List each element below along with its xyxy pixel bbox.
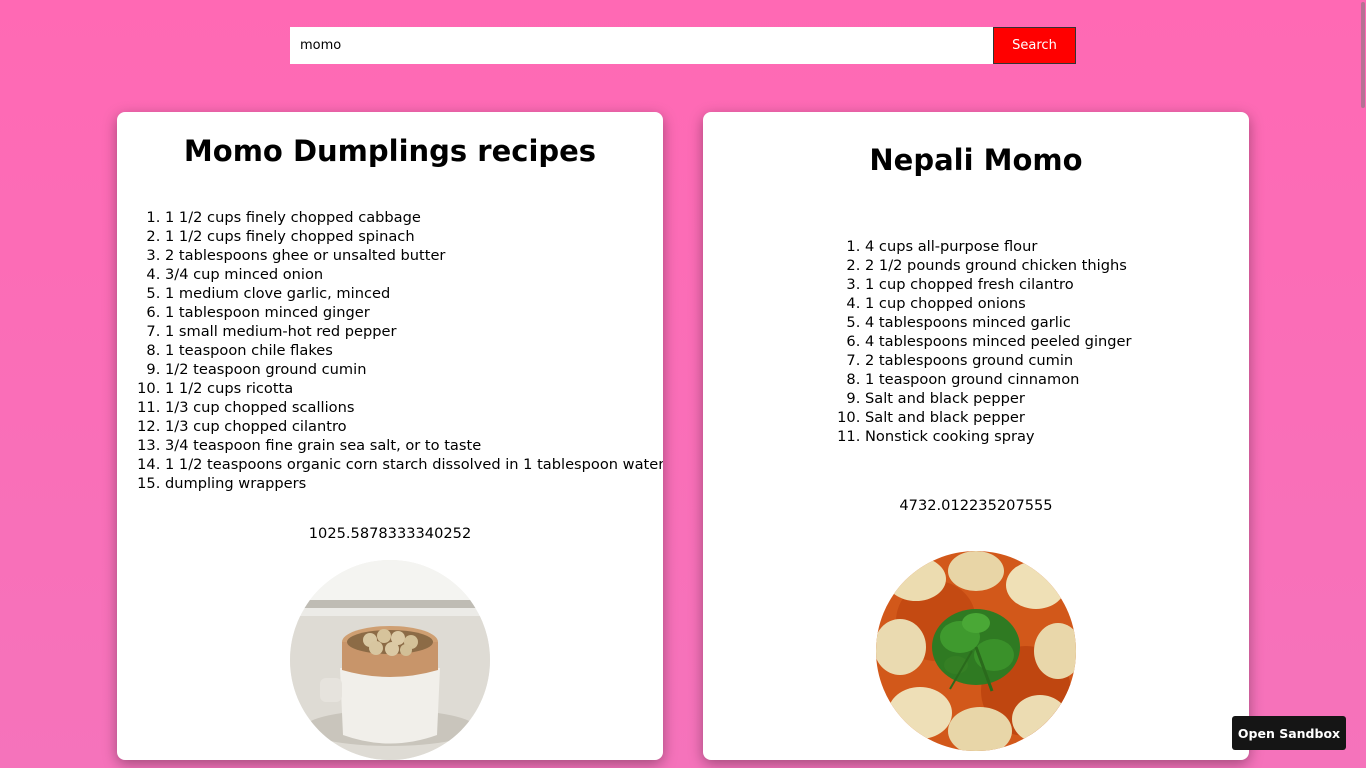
search-bar: Search	[290, 27, 1076, 64]
ingredient-item: 1 medium clove garlic, minced	[165, 284, 663, 303]
ingredient-item: 1 teaspoon ground cinnamon	[865, 370, 1132, 389]
recipe-image	[876, 551, 1076, 751]
recipe-card: Momo Dumplings recipes 1 1/2 cups finely…	[117, 112, 663, 760]
recipe-title: Momo Dumplings recipes	[183, 134, 597, 168]
ingredient-item: 1 tablespoon minced ginger	[165, 303, 663, 322]
vertical-scrollbar[interactable]	[1360, 0, 1366, 768]
ingredient-item: 1/3 cup chopped cilantro	[165, 417, 663, 436]
ingredient-item: 1 cup chopped fresh cilantro	[865, 275, 1132, 294]
open-sandbox-button[interactable]: Open Sandbox	[1232, 716, 1346, 750]
recipe-title: Nepali Momo	[869, 143, 1083, 177]
ingredient-item: Nonstick cooking spray	[865, 427, 1132, 446]
calorie-value: 1025.5878333340252	[308, 525, 472, 542]
ingredient-item: 3/4 cup minced onion	[165, 265, 663, 284]
recipe-image	[290, 560, 490, 760]
ingredient-item: 2 tablespoons ghee or unsalted butter	[165, 246, 663, 265]
ingredient-item: 4 tablespoons minced peeled ginger	[865, 332, 1132, 351]
scrollbar-thumb[interactable]	[1361, 2, 1365, 108]
calorie-value: 4732.012235207555	[899, 497, 1053, 514]
ingredient-item: 1 teaspoon chile flakes	[165, 341, 663, 360]
search-button[interactable]: Search	[993, 27, 1076, 64]
search-input[interactable]	[290, 27, 993, 64]
ingredient-item: 1/2 teaspoon ground cumin	[165, 360, 663, 379]
ingredient-item: Salt and black pepper	[865, 408, 1132, 427]
ingredient-item: 1 1/2 cups ricotta	[165, 379, 663, 398]
ingredient-item: 1/3 cup chopped scallions	[165, 398, 663, 417]
ingredient-item: 1 1/2 cups finely chopped spinach	[165, 227, 663, 246]
ingredient-list: 4 cups all-purpose flour 2 1/2 pounds gr…	[817, 237, 1132, 446]
ingredient-item: 1 cup chopped onions	[865, 294, 1132, 313]
ingredient-item: 1 small medium-hot red pepper	[165, 322, 663, 341]
recipe-card: Nepali Momo 4 cups all-purpose flour 2 1…	[703, 112, 1249, 760]
ingredient-item: 1 1/2 teaspoons organic corn starch diss…	[165, 455, 663, 474]
ingredient-list: 1 1/2 cups finely chopped cabbage 1 1/2 …	[117, 208, 663, 493]
ingredient-item: 4 tablespoons minced garlic	[865, 313, 1132, 332]
ingredient-item: 4 cups all-purpose flour	[865, 237, 1132, 256]
ingredient-item: 2 tablespoons ground cumin	[865, 351, 1132, 370]
ingredient-item: 3/4 teaspoon fine grain sea salt, or to …	[165, 436, 663, 455]
ingredient-item: Salt and black pepper	[865, 389, 1132, 408]
ingredient-item: 2 1/2 pounds ground chicken thighs	[865, 256, 1132, 275]
ingredient-item: 1 1/2 cups finely chopped cabbage	[165, 208, 663, 227]
ingredient-item: dumpling wrappers	[165, 474, 663, 493]
